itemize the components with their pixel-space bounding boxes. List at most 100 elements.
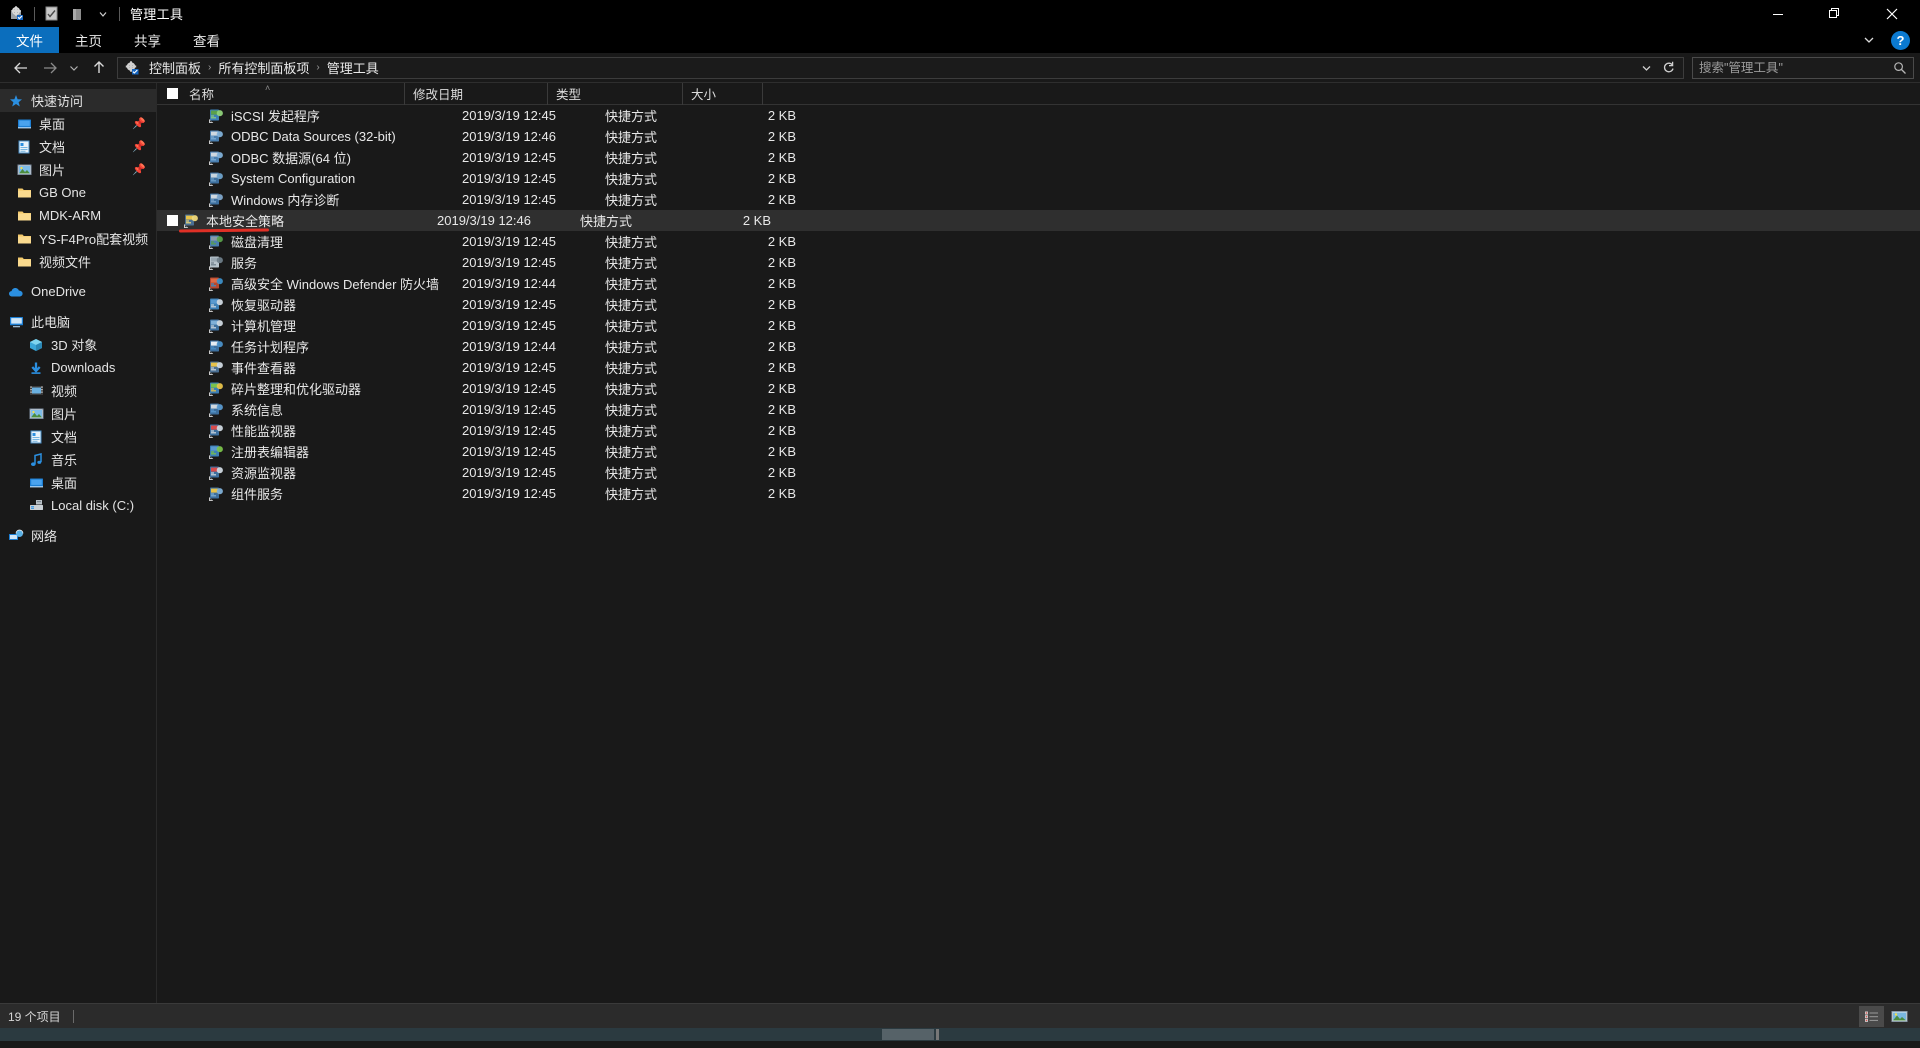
sidebar-item-desktop-pc[interactable]: 桌面 [0, 471, 156, 494]
sidebar-item-network[interactable]: 网络 [0, 524, 156, 547]
table-row[interactable]: 系统信息 2019/3/19 12:45 快捷方式 2 KB [157, 399, 1920, 420]
taskbar-item-secondary[interactable] [936, 1029, 939, 1040]
restore-button[interactable] [1806, 0, 1863, 27]
table-row[interactable]: 计算机管理 2019/3/19 12:45 快捷方式 2 KB [157, 315, 1920, 336]
cell-name: 服务 [207, 253, 454, 272]
table-row[interactable]: 资源监视器 2019/3/19 12:45 快捷方式 2 KB [157, 462, 1920, 483]
breadcrumb-item-0[interactable]: 控制面板 [144, 56, 206, 79]
properties-icon[interactable] [38, 3, 64, 25]
cell-type: 快捷方式 [605, 235, 658, 250]
column-header-size[interactable]: 大小 [682, 82, 762, 105]
table-row[interactable]: 碎片整理和优化驱动器 2019/3/19 12:45 快捷方式 2 KB [157, 378, 1920, 399]
sidebar-item-music[interactable]: 音乐 [0, 448, 156, 471]
close-button[interactable] [1863, 0, 1920, 27]
help-button[interactable]: ? [1891, 30, 1910, 50]
tab-view[interactable]: 查看 [177, 27, 236, 53]
cell-date-modified: 2019/3/19 12:44 [462, 339, 556, 354]
address-dropdown-chevron-icon[interactable] [1635, 58, 1657, 78]
column-header-date-modified[interactable]: 修改日期 [404, 82, 547, 105]
table-row[interactable]: iSCSI 发起程序 2019/3/19 12:45 快捷方式 2 KB [157, 105, 1920, 126]
sidebar-item-video-files[interactable]: 视频文件 [0, 250, 156, 273]
table-row[interactable]: ODBC 数据源(64 位) 2019/3/19 12:45 快捷方式 2 KB [157, 147, 1920, 168]
column-header-type[interactable]: 类型 [547, 82, 682, 105]
breadcrumb[interactable]: 控制面板 › 所有控制面板项 › 管理工具 [117, 56, 1684, 79]
select-all-checkbox[interactable] [167, 88, 178, 99]
minimize-button[interactable] [1749, 0, 1806, 27]
recent-locations-chevron-icon[interactable] [64, 55, 84, 81]
expand-ribbon-chevron-icon[interactable] [1857, 29, 1881, 51]
search-box[interactable] [1692, 56, 1914, 79]
file-name-label: 资源监视器 [231, 466, 297, 481]
cell-name: 系统信息 [207, 400, 454, 419]
sidebar-item-pictures[interactable]: 图片 📌 [0, 158, 156, 181]
file-name-label: Windows 内存诊断 [231, 193, 340, 208]
table-row[interactable]: Windows 内存诊断 2019/3/19 12:45 快捷方式 2 KB [157, 189, 1920, 210]
column-header-name[interactable]: 名称 ˄ [157, 83, 404, 105]
refresh-icon[interactable] [1657, 58, 1679, 78]
search-icon[interactable] [1893, 61, 1907, 75]
sidebar-item-documents[interactable]: 文档 📌 [0, 135, 156, 158]
taskbar-item[interactable] [882, 1029, 934, 1040]
folder-gear-icon[interactable] [5, 3, 31, 25]
breadcrumb-separator-0[interactable]: › [206, 62, 213, 73]
sidebar-item-desktop[interactable]: 桌面 📌 [0, 112, 156, 135]
sidebar-item-documents-pc[interactable]: 文档 [0, 425, 156, 448]
folder-icon [14, 232, 34, 245]
table-row[interactable]: 注册表编辑器 2019/3/19 12:45 快捷方式 2 KB [157, 441, 1920, 462]
forward-button[interactable] [35, 55, 64, 81]
table-row[interactable]: 服务 2019/3/19 12:45 快捷方式 2 KB [157, 252, 1920, 273]
sidebar-label: 图片 [39, 163, 66, 178]
sidebar-item-3d-objects[interactable]: 3D 对象 [0, 333, 156, 356]
sidebar-item-quick-access[interactable]: 快速访问 [0, 89, 156, 112]
file-name-label: 任务计划程序 [231, 340, 310, 355]
cell-size: 2 KB [767, 150, 796, 165]
sidebar-item-videos[interactable]: 视频 [0, 379, 156, 402]
cell-type: 快捷方式 [605, 130, 658, 145]
pin-icon[interactable]: 📌 [132, 117, 146, 130]
cell-name: 事件查看器 [207, 358, 454, 377]
tab-home[interactable]: 主页 [59, 27, 118, 53]
new-folder-icon[interactable] [64, 3, 90, 25]
table-row[interactable]: 性能监视器 2019/3/19 12:45 快捷方式 2 KB [157, 420, 1920, 441]
table-row[interactable]: 任务计划程序 2019/3/19 12:44 快捷方式 2 KB [157, 336, 1920, 357]
search-input[interactable] [1699, 60, 1893, 75]
row-checkbox[interactable] [167, 215, 178, 226]
customize-qat-chevron-icon[interactable] [90, 3, 116, 25]
table-row[interactable]: 磁盘清理 2019/3/19 12:45 快捷方式 2 KB [157, 231, 1920, 252]
cell-name: 注册表编辑器 [207, 442, 454, 461]
sidebar-item-mdk-arm[interactable]: MDK-ARM [0, 204, 156, 227]
shortcut-eventvwr-icon [207, 360, 225, 376]
documents-icon [26, 430, 46, 444]
cell-date-modified: 2019/3/19 12:45 [462, 192, 556, 207]
column-header-label: 修改日期 [413, 88, 464, 102]
table-row[interactable]: 恢复驱动器 2019/3/19 12:45 快捷方式 2 KB [157, 294, 1920, 315]
breadcrumb-item-2[interactable]: 管理工具 [322, 56, 384, 79]
up-button[interactable] [84, 55, 113, 81]
sidebar-item-pictures-pc[interactable]: 图片 [0, 402, 156, 425]
tab-share[interactable]: 共享 [118, 27, 177, 53]
sidebar-item-this-pc[interactable]: 此电脑 [0, 310, 156, 333]
sidebar-item-downloads[interactable]: Downloads [0, 356, 156, 379]
3d-objects-icon [26, 338, 46, 352]
table-row[interactable]: 高级安全 Windows Defender 防火墙 2019/3/19 12:44… [157, 273, 1920, 294]
cell-type: 快捷方式 [605, 256, 658, 271]
sidebar-item-local-disk-c[interactable]: Local disk (C:) [0, 494, 156, 517]
pin-icon[interactable]: 📌 [132, 140, 146, 153]
table-row[interactable]: 组件服务 2019/3/19 12:45 快捷方式 2 KB [157, 483, 1920, 504]
tab-file[interactable]: 文件 [0, 27, 59, 53]
status-bar: 19 个项目 [0, 1003, 1920, 1028]
table-row[interactable]: 事件查看器 2019/3/19 12:45 快捷方式 2 KB [157, 357, 1920, 378]
sidebar-item-gb-one[interactable]: GB One [0, 181, 156, 204]
breadcrumb-item-1[interactable]: 所有控制面板项 [213, 56, 314, 79]
details-view-button[interactable] [1859, 1005, 1884, 1027]
back-button[interactable] [6, 55, 35, 81]
sidebar-item-onedrive[interactable]: OneDrive [0, 280, 156, 303]
pin-icon[interactable]: 📌 [132, 163, 146, 176]
table-row[interactable]: 本地安全策略 2019/3/19 12:46 快捷方式 2 KB [157, 210, 1920, 231]
table-row[interactable]: System Configuration 2019/3/19 12:45 快捷方式 2… [157, 168, 1920, 189]
breadcrumb-separator-1[interactable]: › [314, 62, 321, 73]
sidebar-item-ys-f4pro-video[interactable]: YS-F4Pro配套视频 [0, 227, 156, 250]
large-icons-view-button[interactable] [1887, 1006, 1912, 1027]
table-row[interactable]: ODBC Data Sources (32-bit) 2019/3/19 12:4… [157, 126, 1920, 147]
desktop-icon [26, 476, 46, 490]
